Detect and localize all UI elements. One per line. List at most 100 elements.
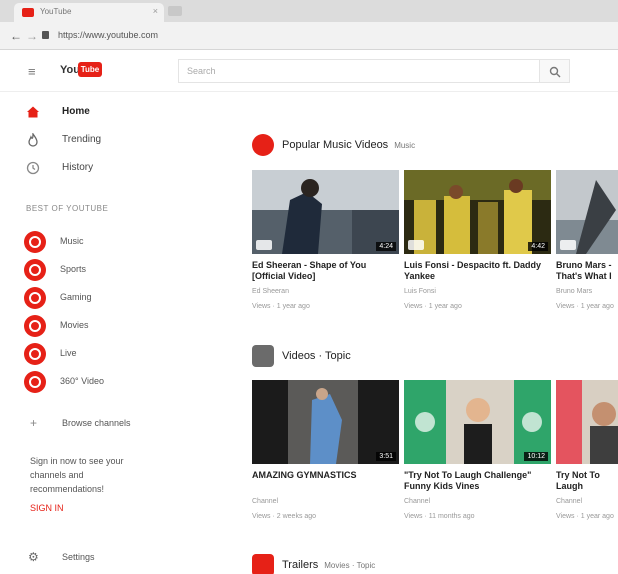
browse-channels-link[interactable]: + Browse channels bbox=[0, 412, 222, 434]
sidebar-item-history[interactable]: History bbox=[0, 156, 222, 180]
section-title[interactable]: Popular Music Videos Music bbox=[282, 139, 415, 151]
sidebar-item-label: Sports bbox=[60, 264, 87, 274]
url-field[interactable]: https://www.youtube.com bbox=[58, 30, 158, 40]
video-title[interactable]: Bruno Mars - That's What I Like bbox=[556, 260, 618, 282]
channel-avatar[interactable] bbox=[252, 345, 274, 367]
masthead: ≡ You Tube Search bbox=[0, 50, 618, 92]
lock-icon bbox=[42, 31, 49, 39]
section-title[interactable]: Videos · Topic bbox=[282, 350, 357, 362]
sidebar-item-live[interactable]: Live bbox=[0, 340, 222, 366]
video-meta: Views · 1 year ago bbox=[404, 303, 462, 310]
signin-link[interactable]: SIGN IN bbox=[30, 503, 64, 513]
search-input[interactable]: Search bbox=[178, 59, 540, 83]
logo-text: You bbox=[60, 64, 80, 76]
live-icon bbox=[24, 343, 46, 365]
section-title-text: Videos · Topic bbox=[282, 350, 351, 362]
sidebar-item-trending[interactable]: Trending bbox=[0, 128, 222, 152]
sidebar-section-title: BEST OF YOUTUBE bbox=[26, 204, 109, 213]
sidebar-item-label: Music bbox=[60, 236, 84, 246]
video-thumbnail[interactable]: 4:24 bbox=[252, 170, 399, 254]
browser-tabstrip: YouTube × bbox=[0, 0, 618, 22]
sidebar-item-home[interactable]: Home bbox=[0, 100, 222, 124]
video-meta: Views · 2 weeks ago bbox=[252, 513, 317, 520]
video-duration: 4:24 bbox=[376, 242, 396, 251]
sidebar-item-360-video[interactable]: 360° Video bbox=[0, 368, 222, 394]
search-button[interactable] bbox=[540, 59, 570, 83]
sidebar-item-sports[interactable]: Sports bbox=[0, 256, 222, 282]
video-card[interactable]: Bruno Mars - That's What I Like Bruno Ma… bbox=[556, 170, 618, 312]
video-channel[interactable]: Bruno Mars bbox=[556, 286, 618, 297]
video-title[interactable]: "Try Not To Laugh Challenge" Funny Kids … bbox=[404, 470, 551, 492]
vevo-badge bbox=[408, 240, 424, 250]
logo-badge: Tube bbox=[78, 62, 102, 77]
address-bar: ← → https://www.youtube.com bbox=[0, 22, 618, 50]
browse-channels-label: Browse channels bbox=[62, 418, 131, 428]
video-thumbnail[interactable]: 4:42 bbox=[404, 170, 551, 254]
video-title[interactable]: Try Not To Laugh Challenge bbox=[556, 470, 618, 492]
sidebar-item-music[interactable]: Music bbox=[0, 228, 222, 254]
video-channel[interactable]: Channel bbox=[556, 496, 618, 507]
video-channel[interactable]: Luis Fonsi bbox=[404, 286, 551, 297]
sidebar-item-label: Trending bbox=[62, 134, 102, 145]
browser-tab[interactable]: YouTube × bbox=[14, 3, 164, 22]
video-card[interactable]: 4:42 Luis Fonsi - Despacito ft. Daddy Ya… bbox=[404, 170, 551, 312]
vevo-badge bbox=[256, 240, 272, 250]
video-card[interactable]: Try Not To Laugh Challenge Channel Views… bbox=[556, 380, 618, 522]
sidebar-item-label: Live bbox=[60, 348, 77, 358]
video-title[interactable]: AMAZING GYMNASTICS bbox=[252, 470, 399, 492]
vevo-badge bbox=[560, 240, 576, 250]
section-header: Trailers Movies · Topic bbox=[252, 554, 612, 574]
video-thumbnail[interactable]: 10:12 bbox=[404, 380, 551, 464]
video-card[interactable]: 4:24 Ed Sheeran - Shape of You [Official… bbox=[252, 170, 399, 312]
history-icon bbox=[26, 161, 40, 175]
tab-title: YouTube bbox=[40, 7, 72, 16]
new-tab-button[interactable] bbox=[168, 6, 182, 16]
video-meta: Views · 1 year ago bbox=[556, 513, 614, 520]
youtube-logo[interactable]: You Tube bbox=[60, 62, 102, 78]
video-thumbnail[interactable] bbox=[556, 170, 618, 254]
search-icon bbox=[549, 66, 561, 78]
video-thumbnail[interactable] bbox=[556, 380, 618, 464]
video-channel[interactable]: Ed Sheeran bbox=[252, 286, 399, 297]
sidebar-item-gaming[interactable]: Gaming bbox=[0, 284, 222, 310]
sidebar-item-label: Settings bbox=[62, 552, 95, 562]
music-channel-avatar[interactable] bbox=[252, 134, 274, 156]
sidebar-item-settings[interactable]: ⚙ Settings bbox=[0, 546, 222, 568]
sidebar-item-movies[interactable]: Movies bbox=[0, 312, 222, 338]
menu-icon[interactable]: ≡ bbox=[28, 64, 36, 79]
tab-close-icon[interactable]: × bbox=[153, 6, 158, 16]
signin-prompt: Sign in now to see your channels and rec… bbox=[30, 456, 124, 494]
home-icon bbox=[27, 106, 39, 118]
movies-icon bbox=[24, 315, 46, 337]
sidebar-item-label: Movies bbox=[60, 320, 89, 330]
section-subtitle: Movies · Topic bbox=[324, 561, 376, 570]
360-video-icon bbox=[24, 371, 46, 393]
video-channel[interactable]: Channel bbox=[252, 496, 399, 507]
section-subtitle: Music bbox=[394, 141, 416, 150]
back-arrow-icon[interactable]: ← bbox=[10, 29, 22, 43]
section-title-text: Popular Music Videos bbox=[282, 139, 389, 151]
video-card[interactable]: 3:51 AMAZING GYMNASTICS Channel Views · … bbox=[252, 380, 399, 522]
video-thumbnail[interactable]: 3:51 bbox=[252, 380, 399, 464]
video-channel[interactable]: Channel bbox=[404, 496, 551, 507]
gear-icon: ⚙ bbox=[28, 550, 39, 564]
section-title-text: Trailers bbox=[282, 559, 319, 571]
gaming-icon bbox=[24, 287, 46, 309]
trailers-channel-avatar[interactable] bbox=[252, 554, 274, 574]
video-duration: 10:12 bbox=[524, 452, 548, 461]
video-thumbnail-image bbox=[556, 380, 618, 464]
section-header: Popular Music Videos Music bbox=[252, 134, 612, 158]
sidebar-item-label: 360° Video bbox=[60, 376, 104, 386]
section-title[interactable]: Trailers Movies · Topic bbox=[282, 559, 375, 571]
video-meta: Views · 1 year ago bbox=[556, 303, 614, 310]
sidebar-item-label: Gaming bbox=[60, 292, 92, 302]
video-card[interactable]: 10:12 "Try Not To Laugh Challenge" Funny… bbox=[404, 380, 551, 522]
video-meta: Views · 11 months ago bbox=[404, 513, 475, 520]
video-title[interactable]: Ed Sheeran - Shape of You [Official Vide… bbox=[252, 260, 399, 282]
sidebar-item-label: History bbox=[62, 162, 94, 173]
video-duration: 4:42 bbox=[528, 242, 548, 251]
sidebar: Home Trending History BEST OF YOUTUBE Mu… bbox=[0, 92, 222, 574]
forward-arrow-icon[interactable]: → bbox=[26, 29, 38, 43]
sports-icon bbox=[24, 259, 46, 281]
video-title[interactable]: Luis Fonsi - Despacito ft. Daddy Yankee bbox=[404, 260, 551, 282]
